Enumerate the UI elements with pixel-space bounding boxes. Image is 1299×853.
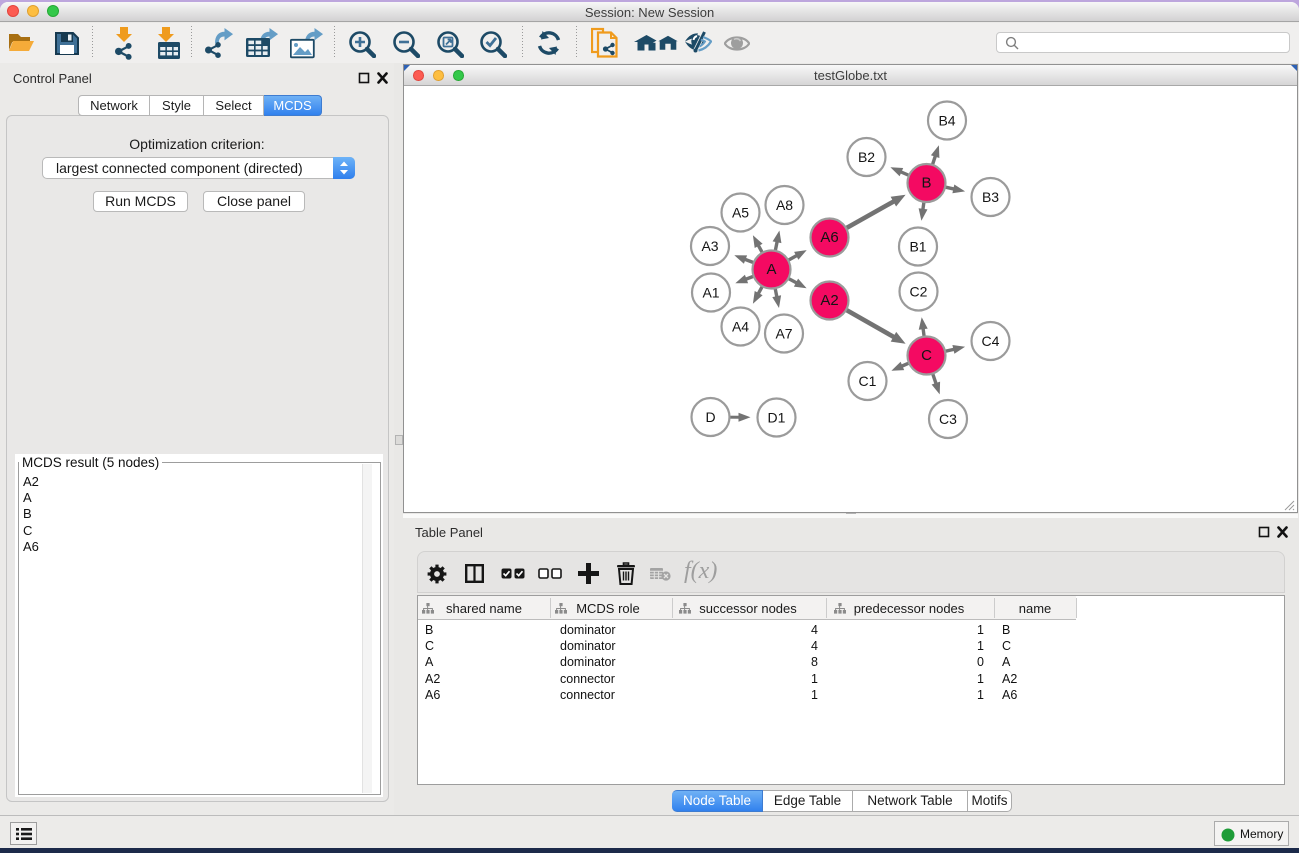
svg-text:A7: A7 — [775, 326, 792, 342]
svg-text:C3: C3 — [939, 411, 957, 427]
svg-text:B4: B4 — [938, 113, 955, 129]
svg-text:A4: A4 — [732, 319, 749, 335]
svg-text:A1: A1 — [702, 285, 719, 301]
svg-text:A: A — [766, 261, 776, 278]
svg-text:B3: B3 — [982, 189, 999, 205]
svg-text:B: B — [921, 175, 931, 192]
svg-text:A5: A5 — [732, 205, 749, 221]
svg-text:A3: A3 — [701, 238, 718, 254]
svg-text:B2: B2 — [858, 149, 875, 165]
svg-text:B1: B1 — [909, 239, 926, 255]
svg-text:A8: A8 — [776, 197, 793, 213]
svg-text:D1: D1 — [768, 410, 786, 426]
svg-text:C2: C2 — [910, 284, 928, 300]
svg-text:A2: A2 — [820, 292, 838, 309]
svg-text:A6: A6 — [820, 229, 838, 246]
svg-text:C: C — [921, 347, 932, 364]
svg-text:C4: C4 — [982, 333, 1000, 349]
svg-text:C1: C1 — [859, 373, 877, 389]
svg-text:D: D — [705, 409, 715, 425]
